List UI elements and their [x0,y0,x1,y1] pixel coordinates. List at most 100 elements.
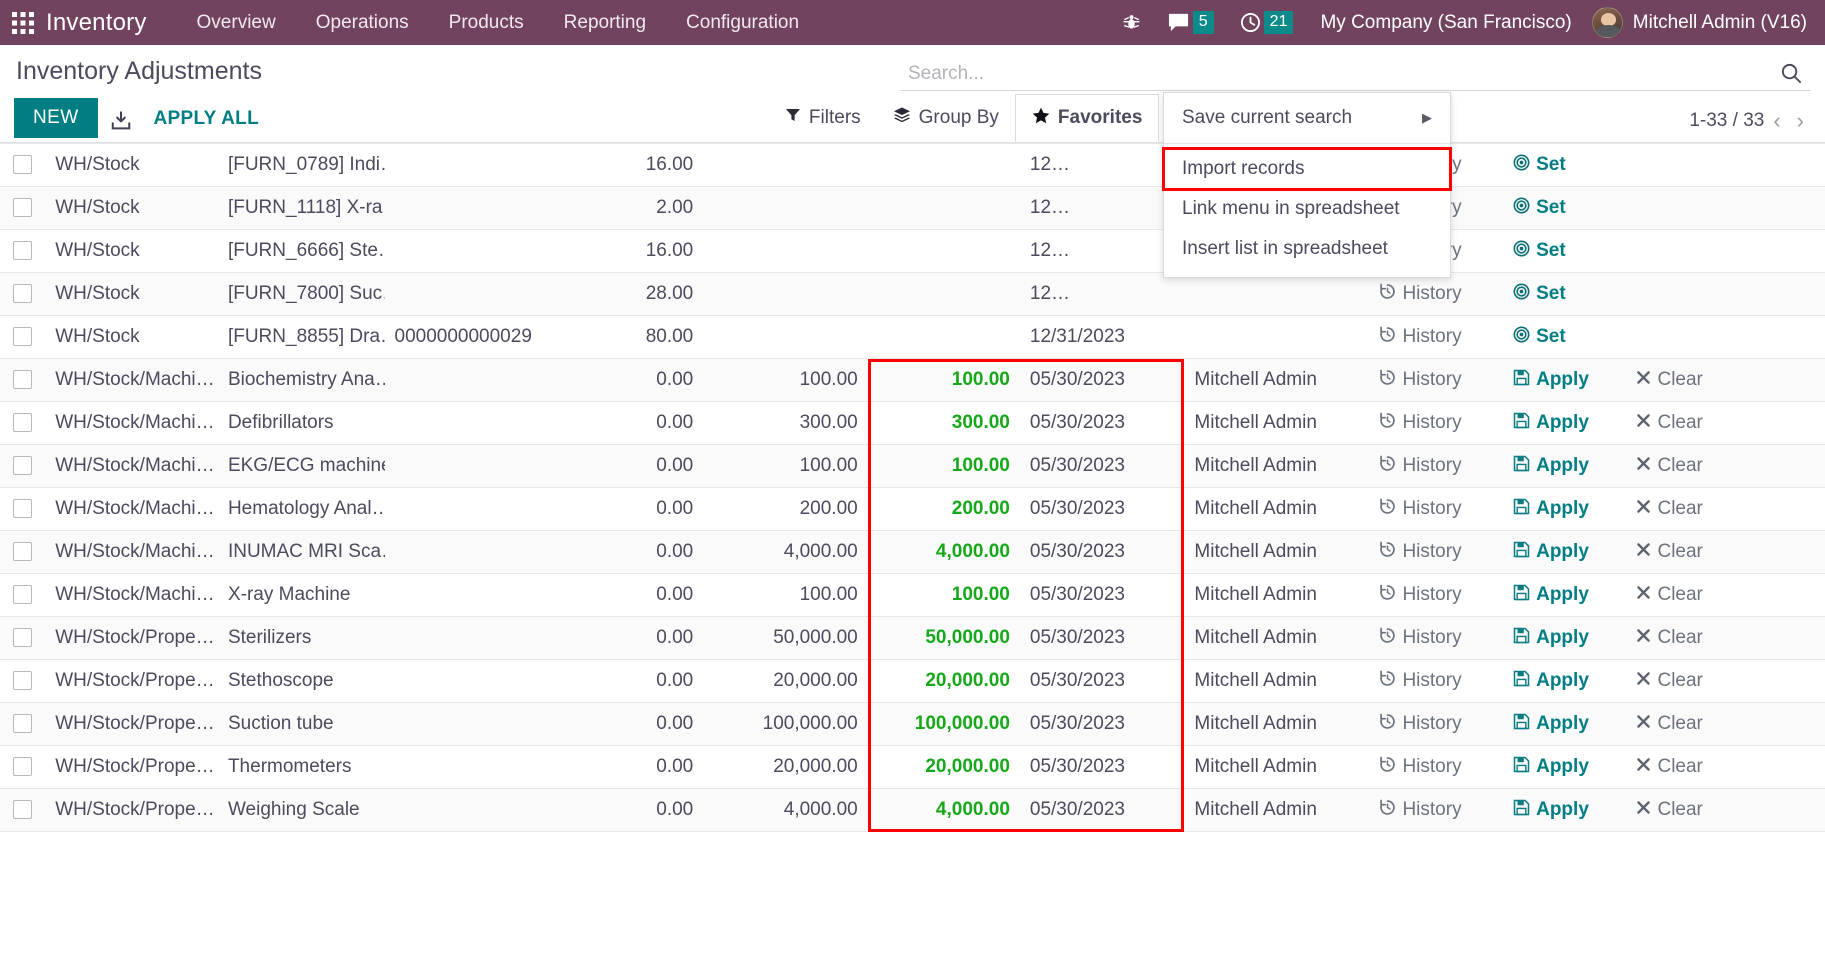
history-button[interactable]: History [1379,455,1462,478]
menu-item-reporting[interactable]: Reporting [544,0,666,45]
clear-button[interactable]: Clear [1636,455,1703,477]
menu-item-products[interactable]: Products [429,0,544,45]
row-checkbox[interactable] [13,757,33,777]
row-checkbox[interactable] [13,671,33,691]
row-checkbox[interactable] [13,542,33,562]
table-row[interactable]: WH/Stock/Prope… Thermometers 0.00 20,000.00… [0,745,1825,789]
search-input[interactable] [904,62,1776,85]
messages-counter[interactable]: 5 [1154,0,1227,45]
table-row[interactable]: WH/Stock/Prope… Stethoscope 0.00 20,000.00 2… [0,659,1825,703]
table-row[interactable]: WH/Stock/Prope… Weighing Scale 0.00 4,000.0… [0,788,1825,832]
row-checkbox[interactable] [13,327,33,347]
table-row[interactable]: WH/Stock [FURN_7800] Suc… 28.00 12… History S… [0,272,1825,316]
clear-button[interactable]: Clear [1636,584,1703,606]
pager-next-button[interactable]: › [1790,110,1811,132]
set-button[interactable]: Set [1513,283,1566,306]
table-row[interactable]: WH/Stock[FURN_0789] Indi…16.0012…History… [0,143,1825,187]
app-brand-inventory[interactable]: Inventory [46,9,147,37]
menu-item-link-menu-in-spreadsheet[interactable]: Link menu in spreadsheet [1164,189,1450,229]
menu-item-operations[interactable]: Operations [296,0,429,45]
clear-button[interactable]: Clear [1636,713,1703,735]
clear-button[interactable]: Clear [1636,369,1703,391]
table-row[interactable]: WH/Stock[FURN_1118] X-ra…2.0012…HistoryS… [0,186,1825,230]
row-checkbox[interactable] [13,800,33,820]
clear-button[interactable]: Clear [1636,799,1703,821]
history-button[interactable]: History [1379,670,1462,693]
row-checkbox[interactable] [13,370,33,390]
history-button[interactable]: History [1379,412,1462,435]
history-button[interactable]: History [1379,326,1462,349]
history-button[interactable]: History [1379,713,1462,736]
clear-button[interactable]: Clear [1636,412,1703,434]
table-row[interactable]: WH/Stock/Machi… Defibrillators 0.00 300.00 3… [0,401,1825,445]
clear-button[interactable]: Clear [1636,498,1703,520]
floppy-save-icon [1513,412,1530,435]
apply-button[interactable]: Apply [1513,541,1589,564]
new-button[interactable]: NEW [14,98,98,138]
menu-item-import-records[interactable]: Import records [1162,147,1452,191]
row-checkbox[interactable] [13,198,33,218]
table-row[interactable]: WH/Stock[FURN_6666] Ste…16.0012…HistoryS… [0,229,1825,273]
apply-button[interactable]: Apply [1513,670,1589,693]
apply-button[interactable]: Apply [1513,584,1589,607]
menu-item-insert-list-in-spreadsheet[interactable]: Insert list in spreadsheet [1164,229,1450,269]
table-row[interactable]: WH/Stock/Machi…EKG/ECG machines,0.00100.… [0,444,1825,488]
apply-button[interactable]: Apply [1513,756,1589,779]
menu-item-configuration[interactable]: Configuration [666,0,819,45]
apply-button[interactable]: Apply [1513,627,1589,650]
menu-item-overview[interactable]: Overview [177,0,296,45]
table-row[interactable]: WH/Stock/Prope… Suction tube 0.00 100,000.0… [0,702,1825,746]
table-row[interactable]: WH/Stock/Machi… INUMAC MRI Sca… 0.00 4,000.… [0,530,1825,574]
row-checkbox[interactable] [13,241,33,261]
history-button[interactable]: History [1379,756,1462,779]
pager-previous-button[interactable]: ‹ [1766,110,1787,132]
table-row[interactable]: WH/Stock/Machi… X-ray Machine 0.00 100.00 10… [0,573,1825,617]
clear-button[interactable]: Clear [1636,670,1703,692]
clear-button[interactable]: Clear [1636,541,1703,563]
company-switcher[interactable]: My Company (San Francisco) [1306,12,1585,34]
search-icon[interactable] [1776,62,1807,85]
favorites-dropdown-button[interactable]: Favorites [1014,94,1160,142]
table-row[interactable]: WH/Stock/Machi… Hematology Anal… 0.00 200.0… [0,487,1825,531]
table-row[interactable]: WH/Stock [FURN_8855] Dra… 0000000000029 80.… [0,315,1825,359]
history-button[interactable]: History [1379,799,1462,822]
apps-grid-icon[interactable] [0,0,46,45]
set-button[interactable]: Set [1513,240,1566,263]
history-button[interactable]: History [1379,584,1462,607]
apply-button[interactable]: Apply [1513,455,1589,478]
row-checkbox[interactable] [13,714,33,734]
row-checkbox[interactable] [13,499,33,519]
set-button[interactable]: Set [1513,197,1566,220]
activities-counter[interactable]: 21 [1227,0,1307,45]
group-by-dropdown-button[interactable]: Group By [877,94,1015,142]
download-icon[interactable] [98,104,144,138]
set-button[interactable]: Set [1513,154,1566,177]
apply-button[interactable]: Apply [1513,498,1589,521]
apply-all-button[interactable]: APPLY ALL [144,100,269,138]
clear-button[interactable]: Clear [1636,756,1703,778]
row-checkbox[interactable] [13,155,33,175]
row-checkbox[interactable] [13,585,33,605]
row-checkbox[interactable] [13,284,33,304]
bug-icon[interactable] [1109,0,1154,45]
row-checkbox[interactable] [13,456,33,476]
apply-button[interactable]: Apply [1513,713,1589,736]
history-button[interactable]: History [1379,283,1462,306]
history-button[interactable]: History [1379,369,1462,392]
table-row[interactable]: WH/Stock/Machi… Biochemistry Ana… 0.00 100.… [0,358,1825,402]
search-bar[interactable] [900,57,1811,91]
set-button[interactable]: Set [1513,326,1566,349]
apply-button[interactable]: Apply [1513,369,1589,392]
menu-item-save-current-search[interactable]: Save current search ▶ [1164,98,1450,138]
filters-dropdown-button[interactable]: Filters [769,94,877,142]
clear-button[interactable]: Clear [1636,627,1703,649]
history-button[interactable]: History [1379,627,1462,650]
history-button[interactable]: History [1379,498,1462,521]
table-row[interactable]: WH/Stock/Prope… Sterilizers 0.00 50,000.00 5… [0,616,1825,660]
row-checkbox[interactable] [13,413,33,433]
apply-button[interactable]: Apply [1513,412,1589,435]
row-checkbox[interactable] [13,628,33,648]
history-button[interactable]: History [1379,541,1462,564]
user-menu[interactable]: Mitchell Admin (V16) [1586,7,1811,38]
apply-button[interactable]: Apply [1513,799,1589,822]
